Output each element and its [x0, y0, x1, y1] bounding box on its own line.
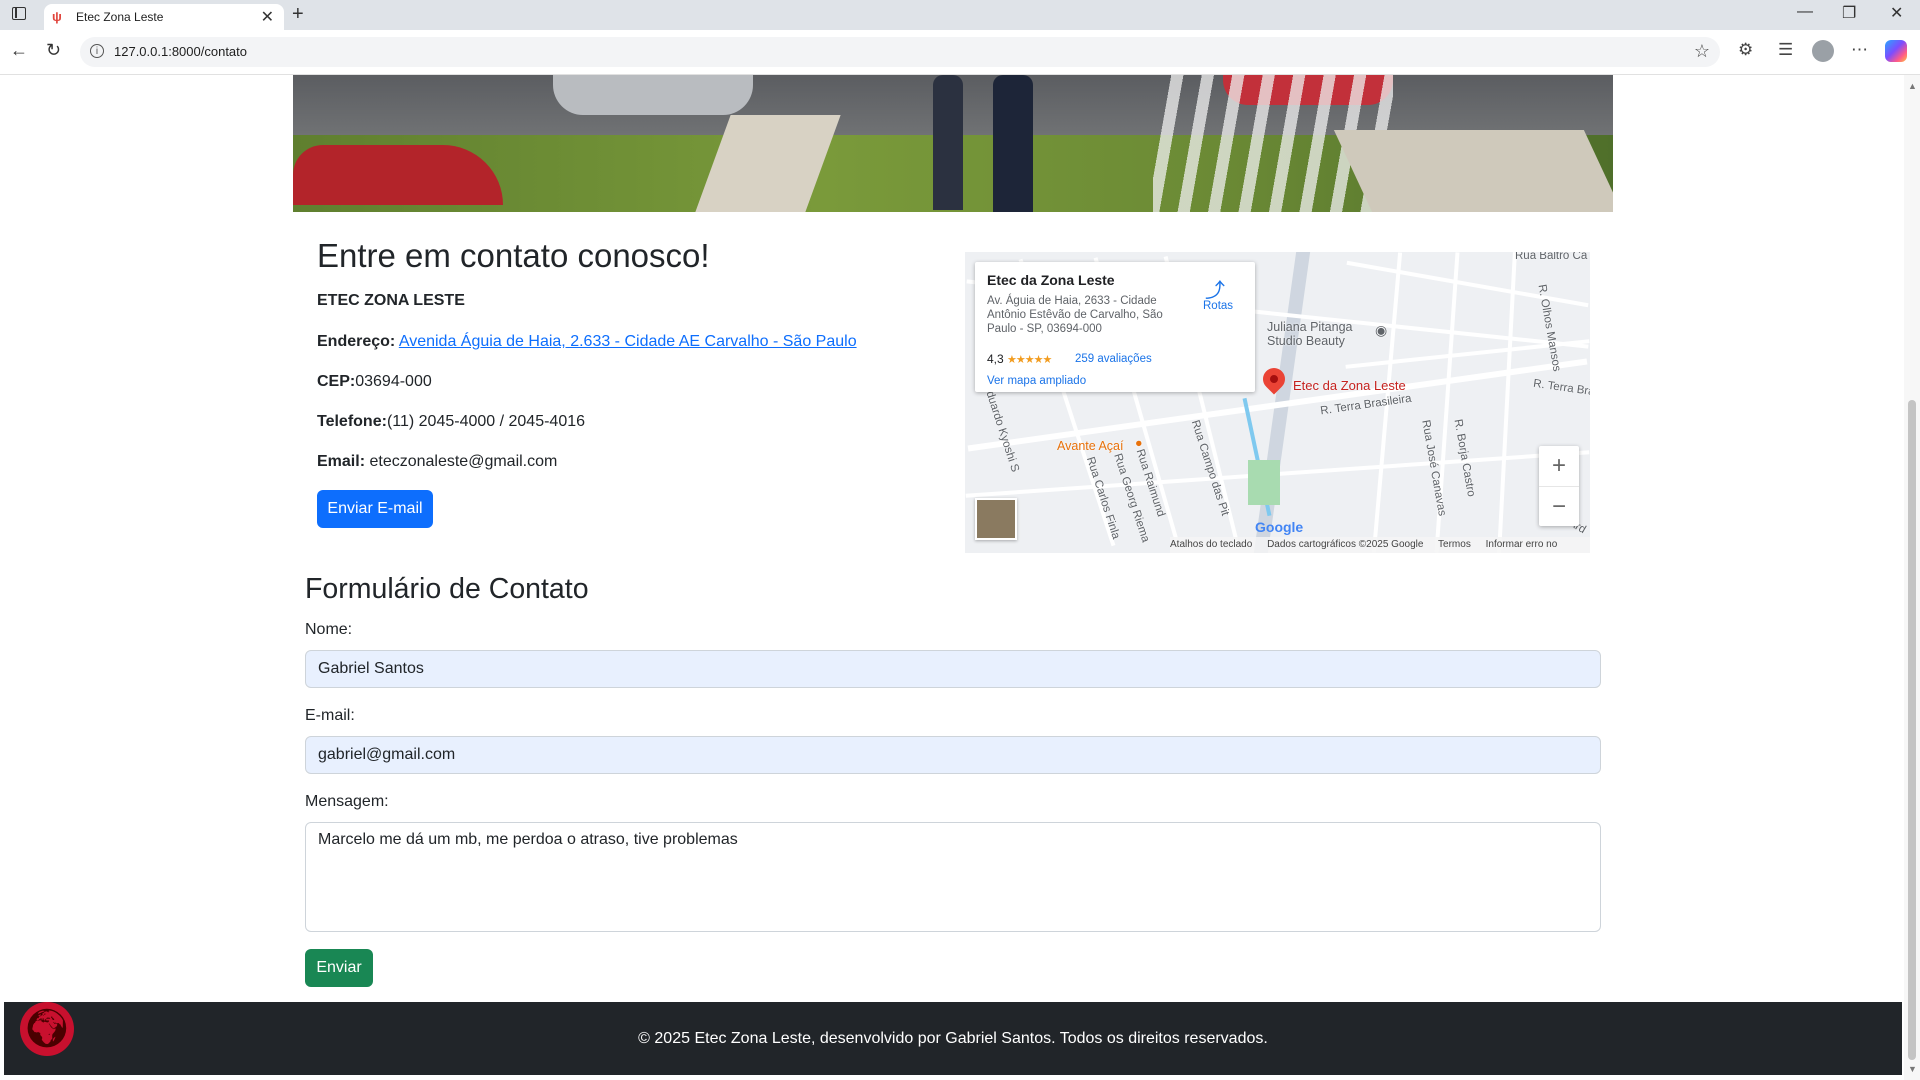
address-link[interactable]: Avenida Águia de Haia, 2.633 - Cidade AE…	[399, 333, 857, 350]
phone-line: Telefone:(11) 2045-4000 / 2045-4016	[317, 413, 586, 430]
zoom-in-button[interactable]: +	[1539, 446, 1579, 486]
email-line: Email: eteczonaleste@gmail.com	[317, 453, 558, 470]
zoom-out-button[interactable]: −	[1539, 486, 1579, 527]
cep-line: CEP:03694-000	[317, 373, 432, 390]
map-data-credit: Dados cartográficos ©2025 Google	[1267, 539, 1424, 550]
send-email-button[interactable]: Enviar E-mail	[317, 490, 433, 528]
place-name: Etec da Zona Leste	[987, 272, 1115, 288]
site-info-icon[interactable]: i	[90, 44, 104, 58]
phone-value: (11) 2045-4000 / 2045-4016	[386, 413, 586, 430]
address-line: Endereço: Avenida Águia de Haia, 2.633 -…	[317, 333, 857, 351]
scroll-up-icon[interactable]: ▲	[1908, 81, 1917, 91]
message-textarea[interactable]: Marcelo me dá um mb, me perdoa o atraso,…	[305, 822, 1601, 932]
laravel-favicon-icon: ψ	[52, 9, 62, 24]
email-value: eteczonaleste@gmail.com	[369, 453, 558, 470]
directions-icon[interactable]: ⤴	[1205, 274, 1225, 303]
copilot-icon[interactable]	[1885, 40, 1907, 62]
name-label: Nome:	[305, 621, 353, 638]
browser-tab-bar: ψ Etec Zona Leste ✕ + — ❐ ✕	[0, 0, 1920, 31]
place-address: Av. Águia de Haia, 2633 - Cidade Antônio…	[987, 295, 1163, 335]
pin-label[interactable]: Etec da Zona Leste	[1293, 378, 1406, 393]
map-footer: Atalhos do teclado Dados cartográficos ©…	[1170, 537, 1590, 553]
minimize-icon[interactable]: —	[1797, 3, 1813, 21]
email-input[interactable]: gabriel@gmail.com	[305, 736, 1601, 774]
street-label: R. Olhos Mansos	[1535, 283, 1563, 373]
street-label: R. Terra Bra	[1532, 377, 1590, 399]
terms-link[interactable]: Termos	[1438, 539, 1471, 550]
rating-stars-icon: ★★★★★	[1007, 354, 1052, 366]
url-text[interactable]: 127.0.0.1:8000/contato	[114, 44, 247, 59]
scrollbar-thumb[interactable]	[1908, 400, 1916, 1060]
message-label: Mensagem:	[305, 793, 389, 810]
email-label: E-mail:	[305, 707, 355, 724]
google-logo: Google	[1255, 519, 1304, 535]
hero-image	[293, 75, 1613, 212]
zoom-controls: + −	[1539, 446, 1579, 526]
refresh-icon[interactable]: ↻	[46, 40, 61, 61]
back-icon[interactable]: ←	[10, 40, 28, 61]
extensions-icon[interactable]: ⚙	[1738, 40, 1753, 60]
browser-tab[interactable]: ψ Etec Zona Leste ✕	[44, 4, 284, 31]
page-scrollbar[interactable]: ▲ ▼	[1904, 75, 1920, 1080]
scroll-down-icon[interactable]: ▼	[1908, 1064, 1917, 1074]
street-label: Rua Baltro Ca	[1515, 252, 1588, 262]
close-window-icon[interactable]: ✕	[1890, 3, 1903, 23]
submit-button[interactable]: Enviar	[305, 949, 373, 987]
poi-food[interactable]: Avante Açaí	[1057, 439, 1124, 453]
tab-actions-icon[interactable]	[12, 7, 26, 20]
favorites-icon[interactable]: ☰	[1778, 40, 1793, 60]
park-area	[1248, 460, 1280, 505]
place-icon: ◉	[1375, 322, 1388, 338]
map-layers-thumbnail[interactable]	[975, 498, 1017, 540]
cep-value: 03694-000	[355, 373, 432, 390]
map-place-card: Etec da Zona Leste Av. Águia de Haia, 26…	[975, 262, 1255, 392]
tab-title: Etec Zona Leste	[76, 10, 164, 24]
street-label: Eduardo Kyoshi S	[981, 382, 1021, 474]
directions-link[interactable]: Rotas	[1203, 300, 1233, 312]
profile-avatar[interactable]	[1812, 40, 1834, 62]
browser-toolbar: ← ↻ i 127.0.0.1:8000/contato ☆ ⚙ ☰ ⋯	[0, 30, 1920, 75]
close-tab-icon[interactable]: ✕	[261, 7, 274, 27]
view-larger-map-link[interactable]: Ver mapa ampliado	[987, 375, 1086, 387]
place-rating: 4,3 ★★★★★	[987, 352, 1052, 366]
footer-text: © 2025 Etec Zona Leste, desenvolvido por…	[638, 1030, 1268, 1047]
form-title: Formulário de Contato	[305, 573, 589, 605]
contact-title: Entre em contato conosco!	[317, 237, 710, 274]
new-tab-icon[interactable]: +	[292, 3, 304, 26]
site-footer: 🌍︎ © 2025 Etec Zona Leste, desenvolvido …	[4, 1002, 1902, 1075]
address-bar[interactable]: i 127.0.0.1:8000/contato ☆	[80, 37, 1720, 67]
poi-salon[interactable]: Juliana Pitanga Studio Beauty	[1267, 320, 1387, 348]
restore-icon[interactable]: ❐	[1842, 3, 1856, 23]
name-input[interactable]: Gabriel Santos	[305, 650, 1601, 688]
page-viewport: Entre em contato conosco! ETEC ZONA LEST…	[0, 75, 1904, 1080]
google-map[interactable]: Juliana Pitanga Studio Beauty ◉ Avante A…	[965, 252, 1590, 553]
address-label: Endereço:	[317, 333, 396, 350]
school-name: ETEC ZONA LESTE	[317, 292, 465, 309]
keyboard-shortcuts-link[interactable]: Atalhos do teclado	[1170, 539, 1252, 550]
favorite-star-icon[interactable]: ☆	[1694, 41, 1710, 62]
more-menu-icon[interactable]: ⋯	[1851, 40, 1868, 60]
reviews-link[interactable]: 259 avaliações	[1075, 353, 1152, 365]
